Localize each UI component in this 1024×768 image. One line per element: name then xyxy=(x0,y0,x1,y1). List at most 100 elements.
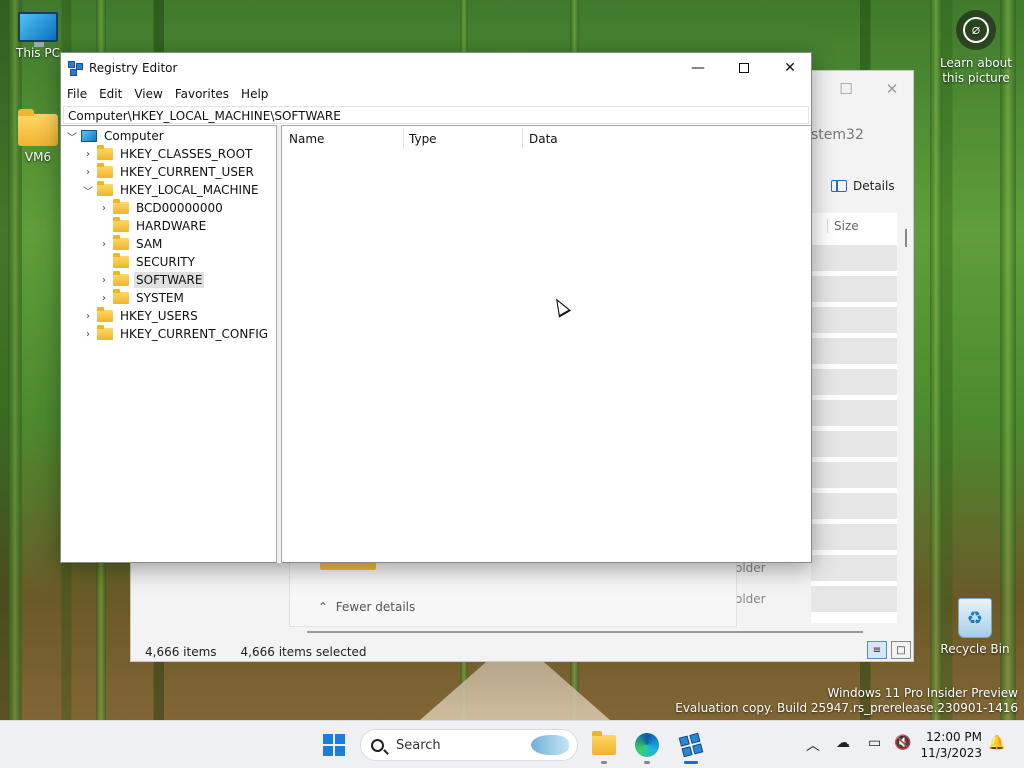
tree-node-hklm[interactable]: ﹀ HKEY_LOCAL_MACHINE xyxy=(81,181,261,199)
start-button[interactable] xyxy=(320,731,348,759)
chevron-right-icon[interactable]: › xyxy=(97,293,111,304)
tree-node-computer[interactable]: ﹀ Computer xyxy=(65,127,166,145)
close-icon: ✕ xyxy=(784,60,796,76)
tree-node-label: SECURITY xyxy=(136,255,195,269)
menu-help[interactable]: Help xyxy=(235,83,274,105)
explorer-maximize-button[interactable]: ☐ xyxy=(823,75,869,103)
tree-node-label: Computer xyxy=(104,129,164,143)
system-clock[interactable]: 12:00 PM 11/3/2023 xyxy=(920,729,982,761)
chevron-right-icon[interactable]: › xyxy=(97,239,111,250)
details-view-button[interactable]: ≡ xyxy=(867,641,887,659)
tree-node-hkcc[interactable]: › HKEY_CURRENT_CONFIG xyxy=(81,325,270,343)
desktop-icon-recycle-bin[interactable]: ♻ Recycle Bin xyxy=(940,598,1010,656)
column-header-type[interactable]: Type xyxy=(409,132,437,146)
tree-node-sam[interactable]: › SAM xyxy=(97,235,164,253)
registry-editor-icon xyxy=(678,732,704,758)
tree-node-label: HKEY_CLASSES_ROOT xyxy=(120,147,253,161)
learn-about-picture-button[interactable]: ⌀ Learn about this picture xyxy=(936,10,1016,86)
list-item[interactable] xyxy=(811,400,897,426)
folder-open-icon xyxy=(97,181,113,196)
folder-type-text: older xyxy=(735,592,766,606)
clock-time: 12:00 PM xyxy=(926,730,982,744)
tiles-view-button[interactable]: □ xyxy=(891,641,911,659)
menu-view[interactable]: View xyxy=(128,83,168,105)
column-header-name[interactable]: Name xyxy=(289,132,324,146)
list-item[interactable] xyxy=(811,245,897,271)
window-title: Registry Editor xyxy=(89,61,178,75)
chevron-right-icon[interactable]: › xyxy=(81,311,95,322)
address-bar[interactable]: Computer\HKEY_LOCAL_MACHINE\SOFTWARE xyxy=(63,106,809,124)
column-header-data[interactable]: Data xyxy=(529,132,558,146)
tree-node-software[interactable]: › SOFTWARE xyxy=(97,271,205,289)
minimize-button[interactable]: — xyxy=(675,53,721,83)
tree-node-label: HARDWARE xyxy=(136,219,207,233)
column-divider[interactable] xyxy=(403,128,404,148)
tree-node-label: HKEY_CURRENT_USER xyxy=(120,165,254,179)
explorer-status-bar: 4,666 items 4,666 items selected xyxy=(145,645,367,659)
tree-node-bcd[interactable]: › BCD00000000 xyxy=(97,199,225,217)
tree-node-label: HKEY_CURRENT_CONFIG xyxy=(120,327,269,341)
list-item[interactable] xyxy=(811,493,897,519)
column-divider[interactable] xyxy=(522,128,523,148)
list-item[interactable] xyxy=(811,276,897,302)
tree-node-hkcr[interactable]: › HKEY_CLASSES_ROOT xyxy=(81,145,254,163)
list-item[interactable] xyxy=(811,555,897,581)
explorer-file-list: Size xyxy=(811,213,897,623)
registry-editor-taskbar-button[interactable] xyxy=(677,731,705,764)
registry-editor-window[interactable]: Registry Editor — ✕ File Edit View Favor… xyxy=(60,52,812,563)
details-pane-button[interactable]: Details xyxy=(831,179,895,193)
chevron-right-icon[interactable]: › xyxy=(81,329,95,340)
chevron-down-icon[interactable]: ﹀ xyxy=(65,129,79,144)
fewer-details-button[interactable]: ⌃ Fewer details xyxy=(318,600,415,614)
values-list[interactable]: Name Type Data xyxy=(281,125,811,563)
list-item[interactable] xyxy=(811,462,897,488)
cloud-offline-icon[interactable]: ☁ xyxy=(836,735,850,751)
list-item[interactable] xyxy=(811,586,897,612)
title-bar[interactable]: Registry Editor — ✕ xyxy=(61,53,811,83)
chevron-down-icon[interactable]: ﹀ xyxy=(81,183,95,198)
menu-favorites[interactable]: Favorites xyxy=(169,83,235,105)
tree-node-hardware[interactable]: HARDWARE xyxy=(97,217,208,235)
folder-icon xyxy=(113,271,129,286)
list-header: Name Type Data xyxy=(282,126,811,150)
explorer-vertical-scrollbar[interactable] xyxy=(905,229,907,247)
size-column-header[interactable]: Size xyxy=(827,219,859,233)
network-icon[interactable]: ▭ xyxy=(868,735,881,751)
explorer-close-button[interactable]: ✕ xyxy=(869,75,915,103)
monitor-icon xyxy=(18,12,58,47)
menu-file[interactable]: File xyxy=(61,83,93,105)
list-item[interactable] xyxy=(811,307,897,333)
tree-node-hkcu[interactable]: › HKEY_CURRENT_USER xyxy=(81,163,256,181)
item-count: 4,666 items xyxy=(145,645,217,659)
chevron-right-icon[interactable]: › xyxy=(97,275,111,286)
notification-bell-icon[interactable]: 🔔 xyxy=(988,735,1005,751)
registry-editor-app-icon xyxy=(68,61,84,77)
tree-node-label: SOFTWARE xyxy=(134,272,205,288)
chevron-up-icon[interactable]: ︿ xyxy=(806,735,820,755)
menu-edit[interactable]: Edit xyxy=(93,83,128,105)
folder-icon xyxy=(18,109,58,146)
chevron-right-icon[interactable]: › xyxy=(81,149,95,160)
folder-icon xyxy=(113,289,129,304)
close-button[interactable]: ✕ xyxy=(767,53,813,83)
list-item[interactable] xyxy=(811,369,897,395)
menu-bar: File Edit View Favorites Help xyxy=(61,83,274,105)
tree-node-system[interactable]: › SYSTEM xyxy=(97,289,186,307)
folder-icon xyxy=(97,145,113,160)
folder-icon xyxy=(97,325,113,340)
tree-node-hku[interactable]: › HKEY_USERS xyxy=(81,307,200,325)
tree-node-security[interactable]: SECURITY xyxy=(97,253,197,271)
taskbar-search[interactable]: Search xyxy=(360,729,578,761)
list-item[interactable] xyxy=(811,524,897,550)
explorer-horizontal-scrollbar[interactable] xyxy=(307,631,863,633)
maximize-button[interactable] xyxy=(721,53,767,83)
recycle-bin-icon: ♻ xyxy=(958,598,992,638)
chevron-right-icon[interactable]: › xyxy=(97,203,111,214)
tree-node-label: HKEY_USERS xyxy=(120,309,198,323)
list-item[interactable] xyxy=(811,338,897,364)
chevron-right-icon[interactable]: › xyxy=(81,167,95,178)
edge-taskbar-button[interactable] xyxy=(633,731,661,764)
file-explorer-taskbar-button[interactable] xyxy=(590,731,618,764)
list-item[interactable] xyxy=(811,431,897,457)
speaker-muted-icon[interactable]: 🔇 xyxy=(894,735,911,751)
